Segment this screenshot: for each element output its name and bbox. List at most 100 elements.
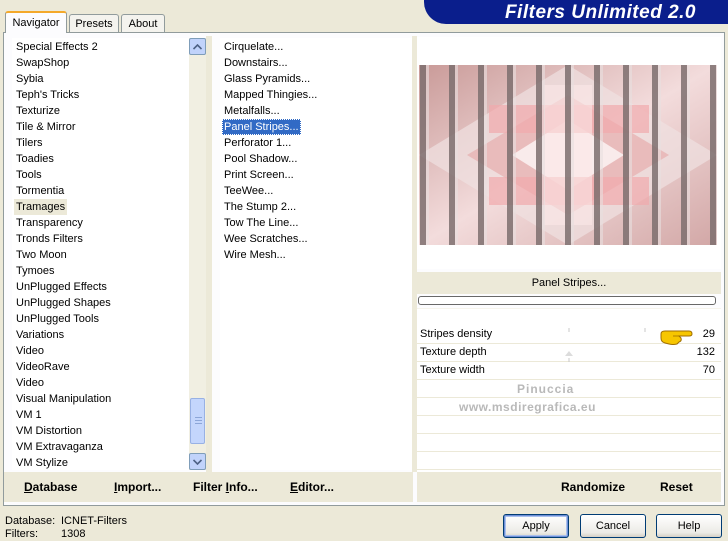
filter-item[interactable]: Print Screen... <box>222 167 296 183</box>
tab-presets[interactable]: Presets <box>69 14 119 32</box>
panel-stripe <box>652 65 658 245</box>
param-row-empty <box>417 434 721 452</box>
category-item[interactable]: Tormentia <box>14 183 66 199</box>
editor-button[interactable]: Editor... <box>290 480 334 494</box>
reset-button[interactable]: Reset <box>660 480 693 494</box>
randomize-button[interactable]: Randomize <box>561 480 625 494</box>
category-item[interactable]: Texturize <box>14 103 62 119</box>
panel-stripe <box>449 65 455 245</box>
app-title: Filters Unlimited 2.0 <box>504 2 696 23</box>
import-button[interactable]: Import... <box>114 480 161 494</box>
progress-bar <box>418 296 716 305</box>
filter-item[interactable]: Panel Stripes... <box>222 119 301 135</box>
status-database-value: ICNET-Filters <box>61 515 127 527</box>
database-button[interactable]: Database <box>24 480 77 494</box>
panel-stripe-highlight <box>600 65 603 245</box>
category-item[interactable]: UnPlugged Shapes <box>14 295 113 311</box>
filter-item[interactable]: Mapped Thingies... <box>222 87 319 103</box>
scroll-down-button[interactable] <box>189 453 206 470</box>
category-item[interactable]: Tramages <box>14 199 68 215</box>
panel-stripe-highlight <box>571 65 574 245</box>
panel-stripe <box>710 65 716 245</box>
param-row-empty <box>417 416 721 434</box>
title-banner: Filters Unlimited 2.0 <box>424 0 728 24</box>
panel-stripe-highlight <box>542 65 545 245</box>
apply-button[interactable]: Apply <box>503 514 569 538</box>
preview-image <box>419 65 717 245</box>
scroll-up-button[interactable] <box>189 38 206 55</box>
panel-stripe-highlight <box>455 65 458 245</box>
status-filters-label: Filters: <box>5 528 38 540</box>
watermark-url: www.msdiregrafica.eu <box>459 400 596 414</box>
filter-item[interactable]: Glass Pyramids... <box>222 71 312 87</box>
filter-item[interactable]: Downstairs... <box>222 55 290 71</box>
param-row-empty <box>417 452 721 470</box>
category-item[interactable]: Sybia <box>14 71 46 87</box>
help-button[interactable]: Help <box>656 514 722 538</box>
cancel-button[interactable]: Cancel <box>580 514 646 538</box>
panel-stripe <box>536 65 542 245</box>
filter-item[interactable]: Metalfalls... <box>222 103 282 119</box>
tab-about[interactable]: About <box>121 14 165 32</box>
tab-navigator[interactable]: Navigator <box>5 11 67 33</box>
watermark-name: Pinuccia <box>517 382 575 396</box>
separator <box>206 36 212 472</box>
category-item[interactable]: Variations <box>14 327 66 343</box>
category-item[interactable]: Video <box>14 375 46 391</box>
category-item[interactable]: Tools <box>14 167 44 183</box>
pointing-hand-icon <box>660 330 693 345</box>
category-item[interactable]: VM 1 <box>14 407 44 423</box>
filter-item[interactable]: Pool Shadow... <box>222 151 299 167</box>
filter-item[interactable]: TeeWee... <box>222 183 275 199</box>
status-filters-value: 1308 <box>61 528 86 540</box>
category-list[interactable]: Special Effects 2 SwapShop Sybia Teph's Tri… <box>12 38 189 470</box>
chevron-up-icon <box>193 43 202 50</box>
category-item[interactable]: Transparency <box>14 215 85 231</box>
filter-item[interactable]: Wire Mesh... <box>222 247 288 263</box>
filter-item[interactable]: Wee Scratches... <box>222 231 310 247</box>
status-database-label: Database: <box>5 515 56 527</box>
category-item[interactable]: Two Moon <box>14 247 69 263</box>
panel-stripe <box>623 65 629 245</box>
category-item[interactable]: SwapShop <box>14 55 71 71</box>
filter-item[interactable]: Cirquelate... <box>222 39 285 55</box>
panel-stripe <box>420 65 426 245</box>
filter-info-button[interactable]: Filter Info... <box>193 480 258 494</box>
category-item[interactable]: Tymoes <box>14 263 57 279</box>
category-item[interactable]: VM Extravaganza <box>14 439 105 455</box>
category-item[interactable]: VM Stylize <box>14 455 70 470</box>
category-item[interactable]: Video <box>14 343 46 359</box>
category-item[interactable]: Visual Manipulation <box>14 391 113 407</box>
category-item[interactable]: Special Effects 2 <box>14 39 100 55</box>
filter-item[interactable]: Tow The Line... <box>222 215 300 231</box>
panel-stripe-highlight <box>426 65 429 245</box>
panel-stripe <box>681 65 687 245</box>
category-item[interactable]: Teph's Tricks <box>14 87 81 103</box>
panel-stripe <box>478 65 484 245</box>
category-item[interactable]: UnPlugged Effects <box>14 279 109 295</box>
panel-stripe-highlight <box>658 65 661 245</box>
panel-stripe <box>565 65 571 245</box>
category-item[interactable]: UnPlugged Tools <box>14 311 101 327</box>
right-toolbar: Randomize Reset <box>417 472 721 502</box>
chevron-down-icon <box>193 458 202 465</box>
category-item[interactable]: Tile & Mirror <box>14 119 77 135</box>
preview-area <box>417 37 721 269</box>
panel-stripe <box>594 65 600 245</box>
category-scrollbar[interactable] <box>189 38 206 470</box>
selected-filter-name: Panel Stripes... <box>417 272 721 294</box>
filter-list[interactable]: Cirquelate... Downstairs... Glass Pyramids… <box>220 38 412 470</box>
category-item[interactable]: VM Distortion <box>14 423 84 439</box>
category-item[interactable]: Tilers <box>14 135 44 151</box>
panel-stripe-highlight <box>513 65 516 245</box>
filter-item[interactable]: The Stump 2... <box>222 199 298 215</box>
panel-stripe-highlight <box>484 65 487 245</box>
category-item[interactable]: VideoRave <box>14 359 72 375</box>
category-item[interactable]: Toadies <box>14 151 56 167</box>
panel-stripe-highlight <box>687 65 690 245</box>
category-item[interactable]: Tronds Filters <box>14 231 85 247</box>
parameter-panel[interactable]: Stripes density 29 Texture depth 132 Tex… <box>417 308 721 472</box>
left-toolbar: Database Import... Filter Info... Editor… <box>4 472 413 502</box>
filter-item[interactable]: Perforator 1... <box>222 135 293 151</box>
scroll-thumb[interactable] <box>190 398 205 444</box>
